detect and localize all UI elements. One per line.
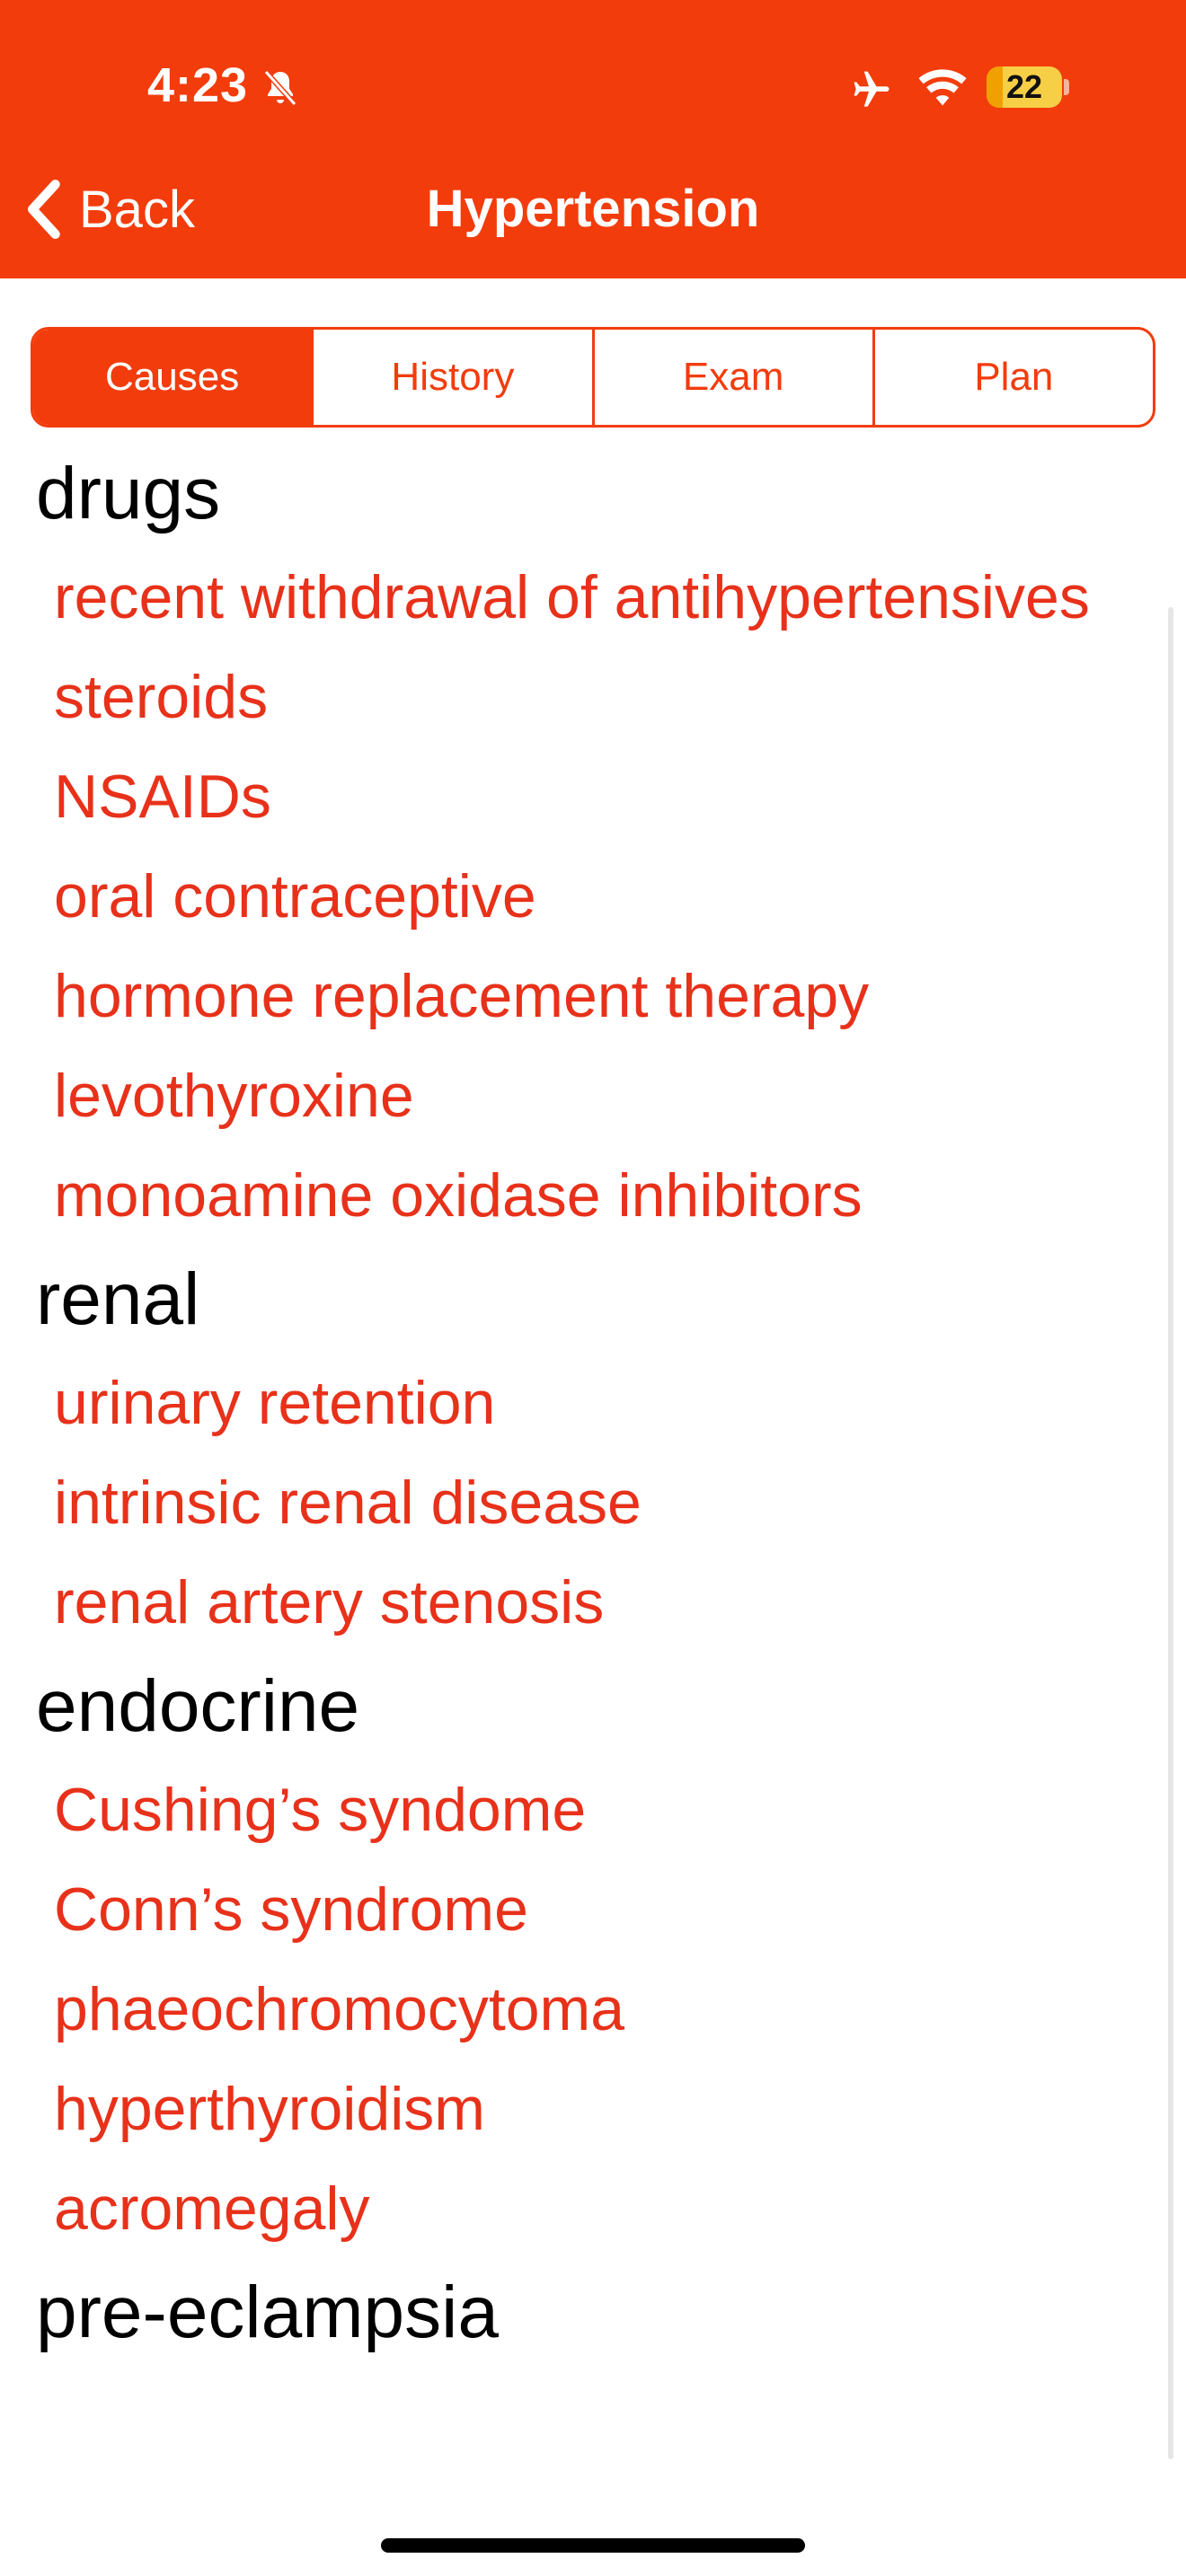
- battery-level: 22: [1005, 68, 1043, 105]
- section-heading: renal: [36, 1258, 200, 1340]
- list-item[interactable]: monoamine oxidase inhibitors: [0, 1146, 1168, 1246]
- list-item[interactable]: hormone replacement therapy: [0, 947, 1168, 1046]
- home-indicator: [381, 2538, 805, 2553]
- page-title: Hypertension: [426, 180, 760, 238]
- bell-slash-icon: [263, 70, 297, 106]
- list-item[interactable]: oral contraceptive: [0, 847, 1168, 947]
- list-item[interactable]: intrinsic renal disease: [0, 1453, 1168, 1553]
- list-item[interactable]: levothyroxine: [0, 1046, 1168, 1146]
- list-item[interactable]: urinary retention: [0, 1354, 1168, 1453]
- section-heading: endocrine: [36, 1665, 360, 1747]
- list-item[interactable]: Conn’s syndrome: [0, 1860, 1168, 1960]
- section-heading: pre-eclampsia: [36, 2272, 499, 2353]
- list-item[interactable]: phaeochromocytoma: [0, 1960, 1168, 2060]
- tab-exam[interactable]: Exam: [591, 330, 872, 425]
- causes-list: drugs recent withdrawal of antihypertensi…: [0, 440, 1168, 2367]
- section-heading: drugs: [36, 453, 221, 534]
- wifi-icon: [918, 69, 967, 106]
- list-item[interactable]: recent withdrawal of antihypertensives: [0, 548, 1168, 648]
- tab-history[interactable]: History: [311, 330, 591, 425]
- airplane-icon: [854, 71, 890, 107]
- status-time: 4:23: [147, 58, 249, 112]
- segmented-control: Causes History Exam Plan: [31, 327, 1155, 428]
- list-item[interactable]: acromegaly: [0, 2159, 1168, 2259]
- list-item[interactable]: Cushing’s syndome: [0, 1760, 1168, 1860]
- list-item[interactable]: renal artery stenosis: [0, 1553, 1168, 1653]
- battery-nub: [1064, 79, 1069, 95]
- tab-causes[interactable]: Causes: [33, 330, 312, 425]
- list-item[interactable]: steroids: [0, 648, 1168, 747]
- scroll-indicator: [1168, 607, 1173, 2459]
- battery-icon: 22: [987, 66, 1062, 108]
- tab-plan[interactable]: Plan: [872, 330, 1153, 425]
- list-item[interactable]: NSAIDs: [0, 747, 1168, 847]
- navigation-header: 4:23 22 Back Hypertension: [0, 0, 1186, 278]
- list-item[interactable]: hyperthyroidism: [0, 2060, 1168, 2159]
